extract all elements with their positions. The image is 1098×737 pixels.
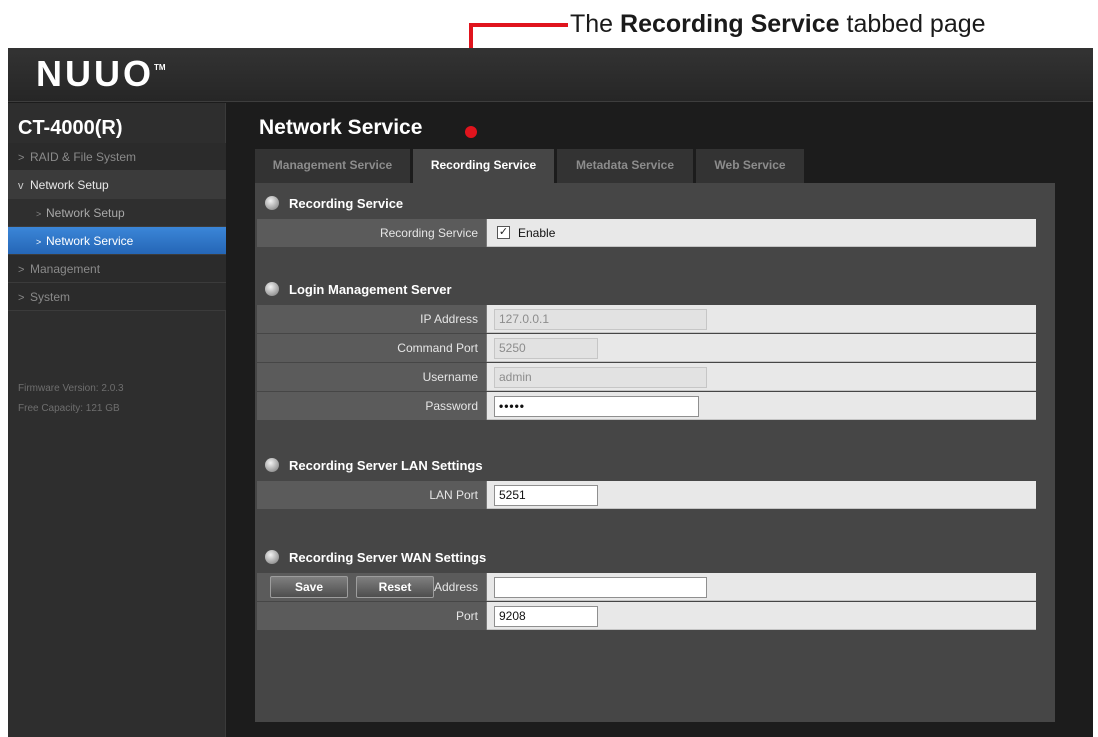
section-recording-service: Recording Service (265, 193, 403, 215)
sidebar-item-label: Network Setup (30, 178, 109, 192)
free-capacity: Free Capacity: 121 GB (18, 403, 120, 414)
bullet-icon (265, 458, 279, 472)
sidebar-item-management[interactable]: > Management (8, 255, 226, 283)
password-label: Password (257, 392, 487, 420)
sidebar-nav: > RAID & File System v Network Setup > Netw… (8, 143, 226, 311)
chevron-right-icon: > (36, 237, 42, 247)
tab-management-service[interactable]: Management Service (255, 149, 410, 183)
recording-service-panel: Recording Service Recording Service ✓ En… (255, 183, 1055, 722)
app-window: NUUOTM CT-4000(R) > RAID & File System vN… (8, 48, 1093, 737)
firmware-version: Firmware Version: 2.0.3 (18, 383, 124, 394)
sidebar-item-label: Network Service (46, 234, 134, 248)
callout-suffix: tabbed page (839, 10, 986, 38)
tab-metadata-service[interactable]: Metadata Service (557, 149, 693, 183)
sidebar-item-network-setup-group[interactable]: v Network Setup (8, 171, 226, 199)
row-username: Username admin (257, 363, 1036, 391)
chevron-right-icon: > (18, 292, 25, 304)
wan-port-label: Port (257, 602, 487, 630)
chevron-right-icon: > (18, 264, 25, 276)
command-port-label: Command Port (257, 334, 487, 362)
password-field[interactable]: ••••• (494, 396, 699, 417)
chevron-right-icon: > (36, 209, 42, 219)
sidebar-item-network-service[interactable]: > Network Service (8, 227, 226, 255)
section-title: Recording Service (289, 196, 404, 211)
recording-service-label: Recording Service (257, 219, 487, 247)
username-field: admin (494, 367, 707, 388)
enable-label: Enable (518, 226, 556, 240)
ip-address-label: IP Address (257, 305, 487, 333)
login-ip-field: 127.0.0.1 (494, 309, 707, 330)
tab-recording-service[interactable]: Recording Service (413, 149, 554, 183)
bullet-icon (265, 196, 279, 210)
sidebar-item-system[interactable]: > System (8, 283, 226, 311)
sidebar-item-network-setup[interactable]: > Network Setup (8, 199, 226, 227)
callout-emphasis: Recording Service (620, 10, 840, 38)
row-password: Password ••••• (257, 392, 1036, 420)
sidebar-item-raid-file-system[interactable]: > RAID & File System (8, 143, 226, 171)
device-name: CT-4000(R) (18, 117, 123, 139)
section-wan-settings: Recording Server WAN Settings (265, 547, 486, 569)
sidebar: CT-4000(R) > RAID & File System v Network … (8, 103, 226, 737)
lan-port-label: LAN Port (257, 481, 487, 509)
app-header: NUUOTM (8, 48, 1093, 102)
sidebar-item-label: Network Setup (46, 206, 125, 220)
callout-text: The Recording Service tabbed page (570, 8, 986, 40)
sidebar-item-label: System (30, 290, 71, 304)
page-title: Network Service (259, 116, 423, 139)
row-login-ip: IP Address 127.0.0.1 (257, 305, 1036, 333)
row-lan-port: LAN Port 5251 (257, 481, 1036, 509)
enable-checkbox[interactable]: ✓ (497, 226, 510, 239)
wan-ip-field[interactable] (494, 577, 707, 598)
callout-dot (465, 126, 477, 138)
chevron-right-icon: > (18, 152, 25, 164)
logo-trademark: TM (154, 63, 166, 72)
section-title: Login Management Server (289, 282, 452, 297)
chevron-down-icon: v (18, 180, 24, 192)
save-button[interactable]: Save (270, 576, 348, 598)
username-label: Username (257, 363, 487, 391)
section-title: Recording Server LAN Settings (289, 458, 483, 473)
section-login-management-server: Login Management Server (265, 279, 452, 301)
section-title: Recording Server WAN Settings (289, 550, 487, 565)
bullet-icon (265, 550, 279, 564)
reset-button[interactable]: Reset (356, 576, 434, 598)
lan-port-field[interactable]: 5251 (494, 485, 598, 506)
sidebar-item-label: RAID & File System (30, 150, 137, 164)
wan-port-field[interactable]: 9208 (494, 606, 598, 627)
tab-web-service[interactable]: Web Service (696, 149, 804, 183)
system-info: Firmware Version: 2.0.3 Free Capacity: 1… (18, 379, 124, 419)
row-command-port: Command Port 5250 (257, 334, 1036, 362)
row-recording-service: Recording Service ✓ Enable (257, 219, 1036, 247)
sidebar-item-label: Management (30, 262, 101, 276)
callout-line-horizontal (469, 23, 568, 27)
callout-prefix: The (570, 10, 621, 38)
row-wan-port: Port 9208 (257, 602, 1036, 630)
logo-text: NUUO (36, 53, 154, 94)
bullet-icon (265, 282, 279, 296)
command-port-field: 5250 (494, 338, 598, 359)
section-lan-settings: Recording Server LAN Settings (265, 455, 483, 477)
nuuo-logo: NUUOTM (36, 54, 166, 94)
